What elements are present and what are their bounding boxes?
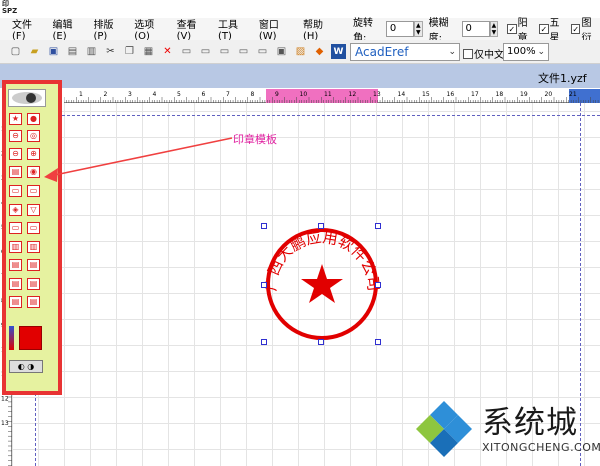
star-icon [301, 264, 343, 303]
app-window: 印 SPZ 文件(F) 编辑(E) 排版(P) 选项(O) 查看(V) 工具(T)… [0, 0, 600, 466]
selection-handle[interactable] [261, 282, 267, 288]
watermark-subtitle: XITONGCHENG.COM [482, 441, 600, 454]
selection-handle[interactable] [375, 282, 381, 288]
site-watermark: 系统城 XITONGCHENG.COM [410, 395, 600, 466]
watermark-title: 系统城 [482, 405, 578, 441]
stamp-object[interactable]: 广西大鹏应用软件公司 [262, 226, 382, 342]
watermark-logo-icon [416, 401, 472, 457]
selection-handle[interactable] [318, 339, 324, 345]
selection-handle[interactable] [375, 223, 381, 229]
selection-handle[interactable] [261, 339, 267, 345]
stamp-graphic: 广西大鹏应用软件公司 [262, 228, 382, 340]
selection-handle[interactable] [375, 339, 381, 345]
selection-handle[interactable] [318, 223, 324, 229]
selection-handle[interactable] [261, 223, 267, 229]
